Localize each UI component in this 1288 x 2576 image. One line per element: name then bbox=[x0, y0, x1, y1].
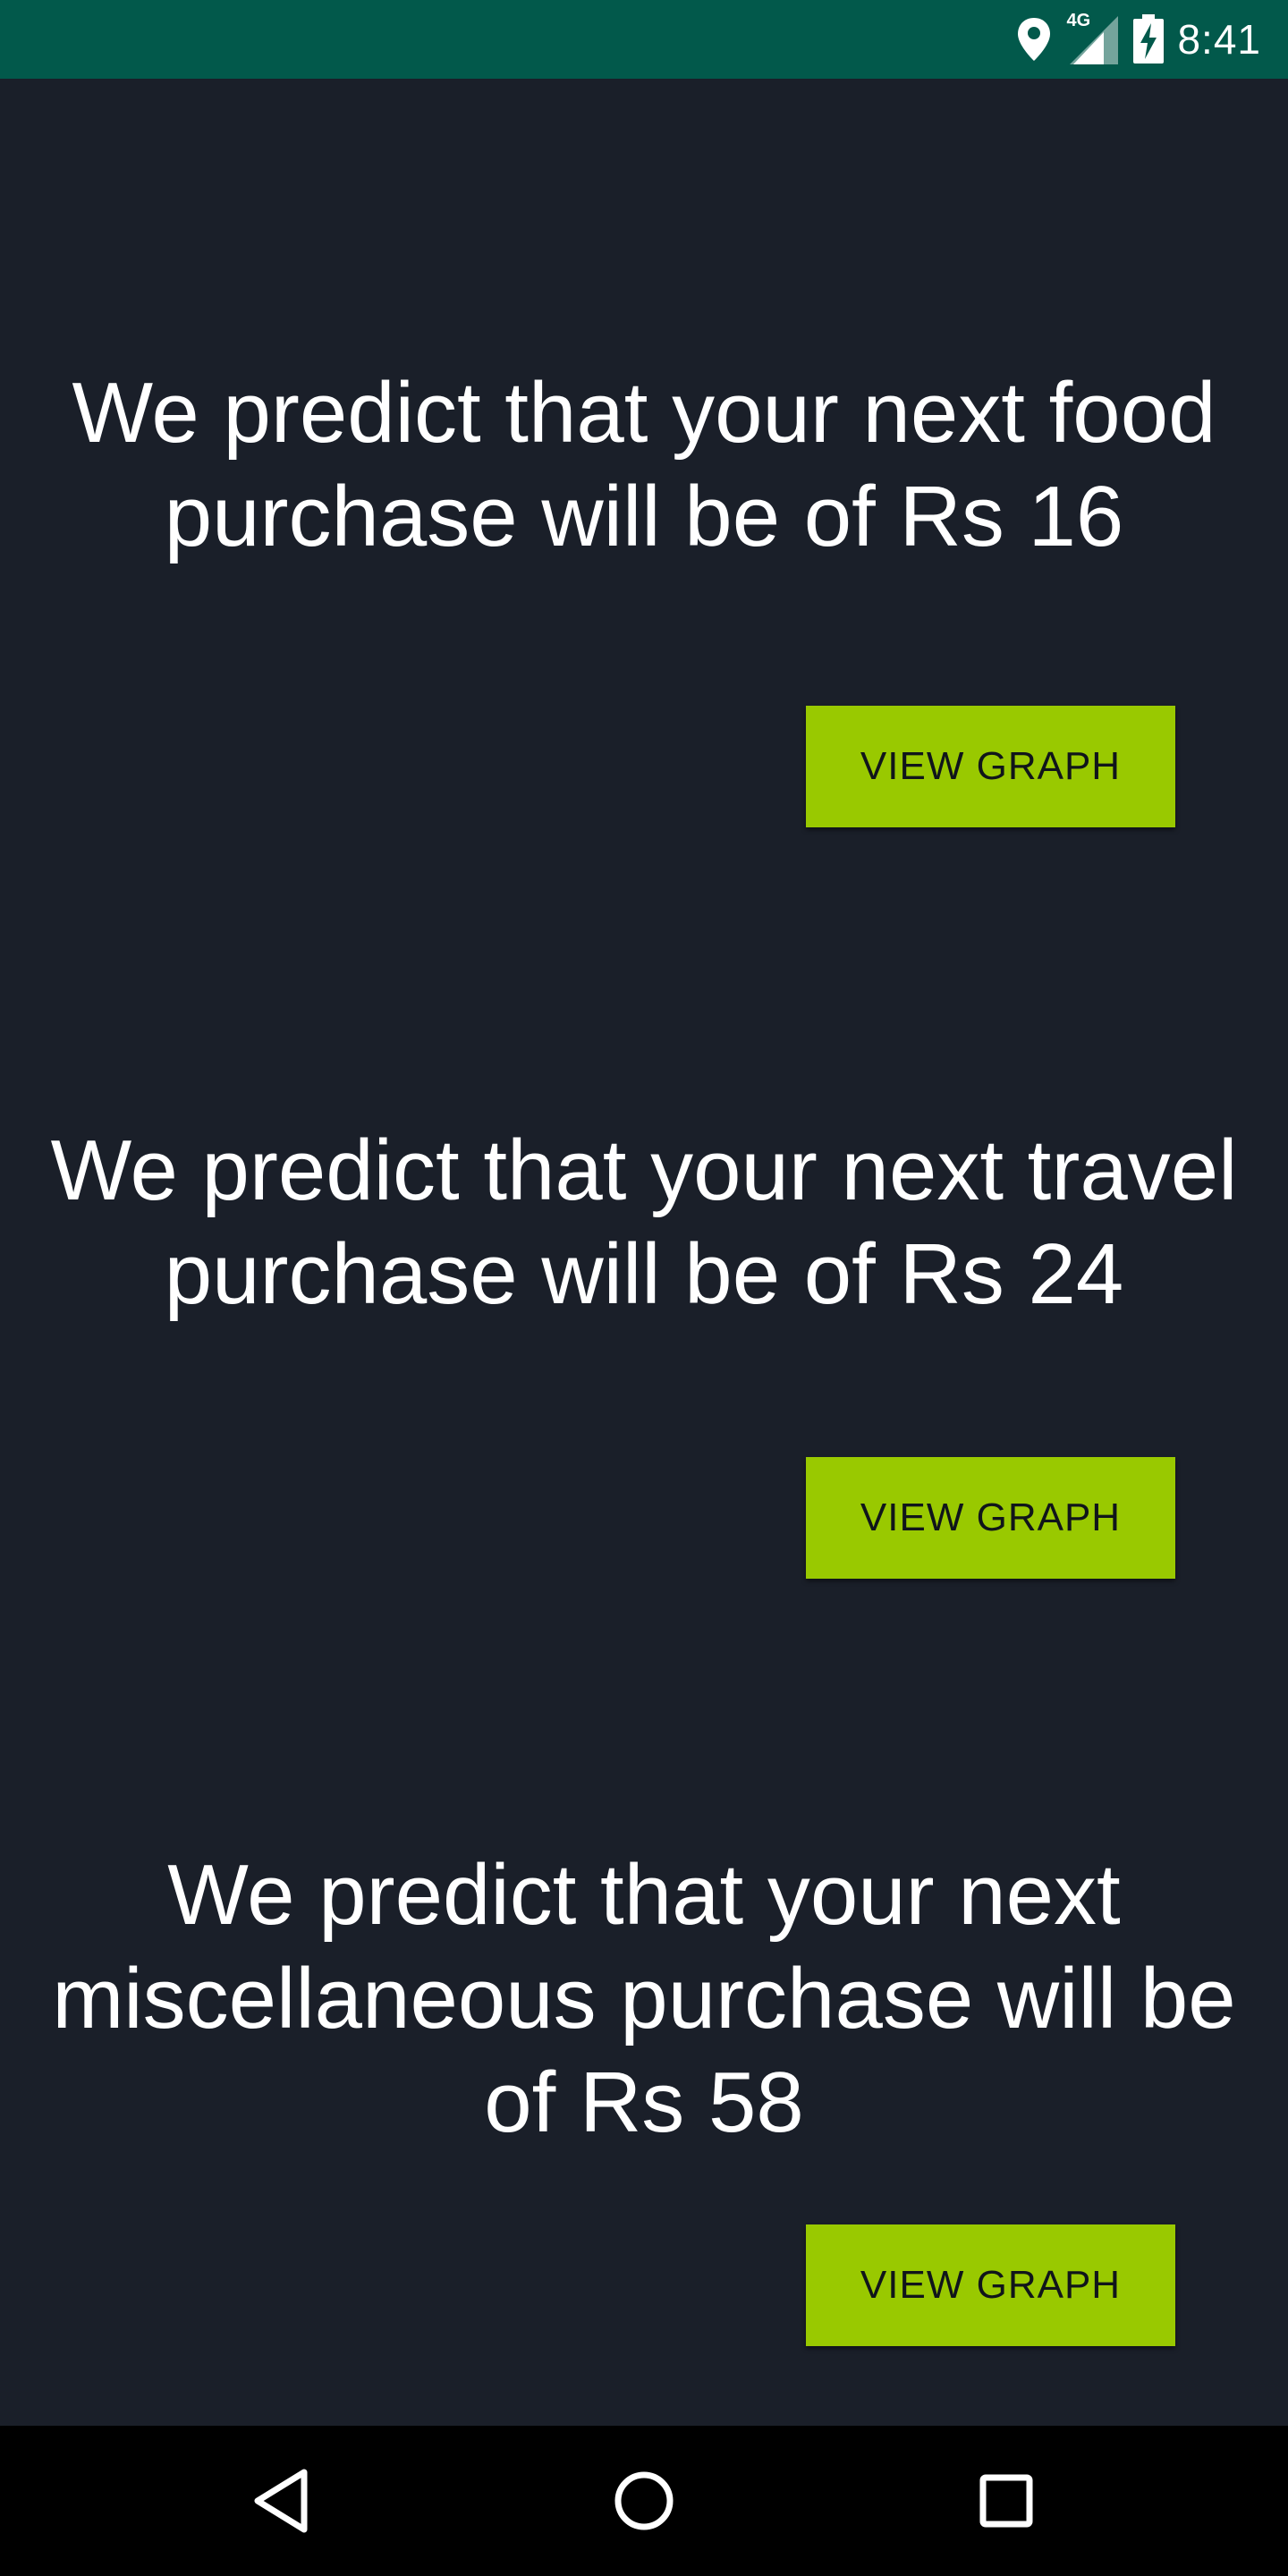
food-prediction-text: We predict that your next food purchase … bbox=[72, 365, 1216, 564]
back-button[interactable] bbox=[237, 2456, 326, 2546]
home-button[interactable] bbox=[599, 2456, 689, 2546]
predictions-screen: We predict that your next food purchase … bbox=[0, 79, 1288, 2426]
status-icons: 4G 8:41 bbox=[1016, 0, 1261, 79]
location-icon bbox=[1016, 16, 1052, 63]
status-time: 8:41 bbox=[1177, 16, 1261, 63]
home-icon bbox=[612, 2469, 676, 2533]
network-type-label: 4G bbox=[1066, 11, 1091, 30]
miscellaneous-prediction-text: We predict that your next miscellaneous … bbox=[52, 1847, 1236, 2150]
back-icon bbox=[250, 2467, 313, 2535]
battery-charging-icon bbox=[1132, 14, 1165, 64]
travel-prediction-text: We predict that your next travel purchas… bbox=[50, 1123, 1238, 1322]
recents-icon bbox=[978, 2472, 1035, 2529]
miscellaneous-view-graph-button[interactable]: VIEW GRAPH bbox=[806, 2224, 1175, 2346]
travel-view-graph-label: VIEW GRAPH bbox=[860, 1496, 1122, 1539]
food-view-graph-label: VIEW GRAPH bbox=[860, 744, 1122, 788]
signal-icon: 4G bbox=[1064, 11, 1120, 66]
recents-button[interactable] bbox=[962, 2456, 1051, 2546]
status-bar: 4G 8:41 bbox=[0, 0, 1288, 79]
travel-view-graph-button[interactable]: VIEW GRAPH bbox=[806, 1457, 1175, 1579]
navigation-bar bbox=[0, 2426, 1288, 2576]
food-view-graph-button[interactable]: VIEW GRAPH bbox=[806, 706, 1175, 827]
miscellaneous-view-graph-label: VIEW GRAPH bbox=[860, 2263, 1122, 2307]
